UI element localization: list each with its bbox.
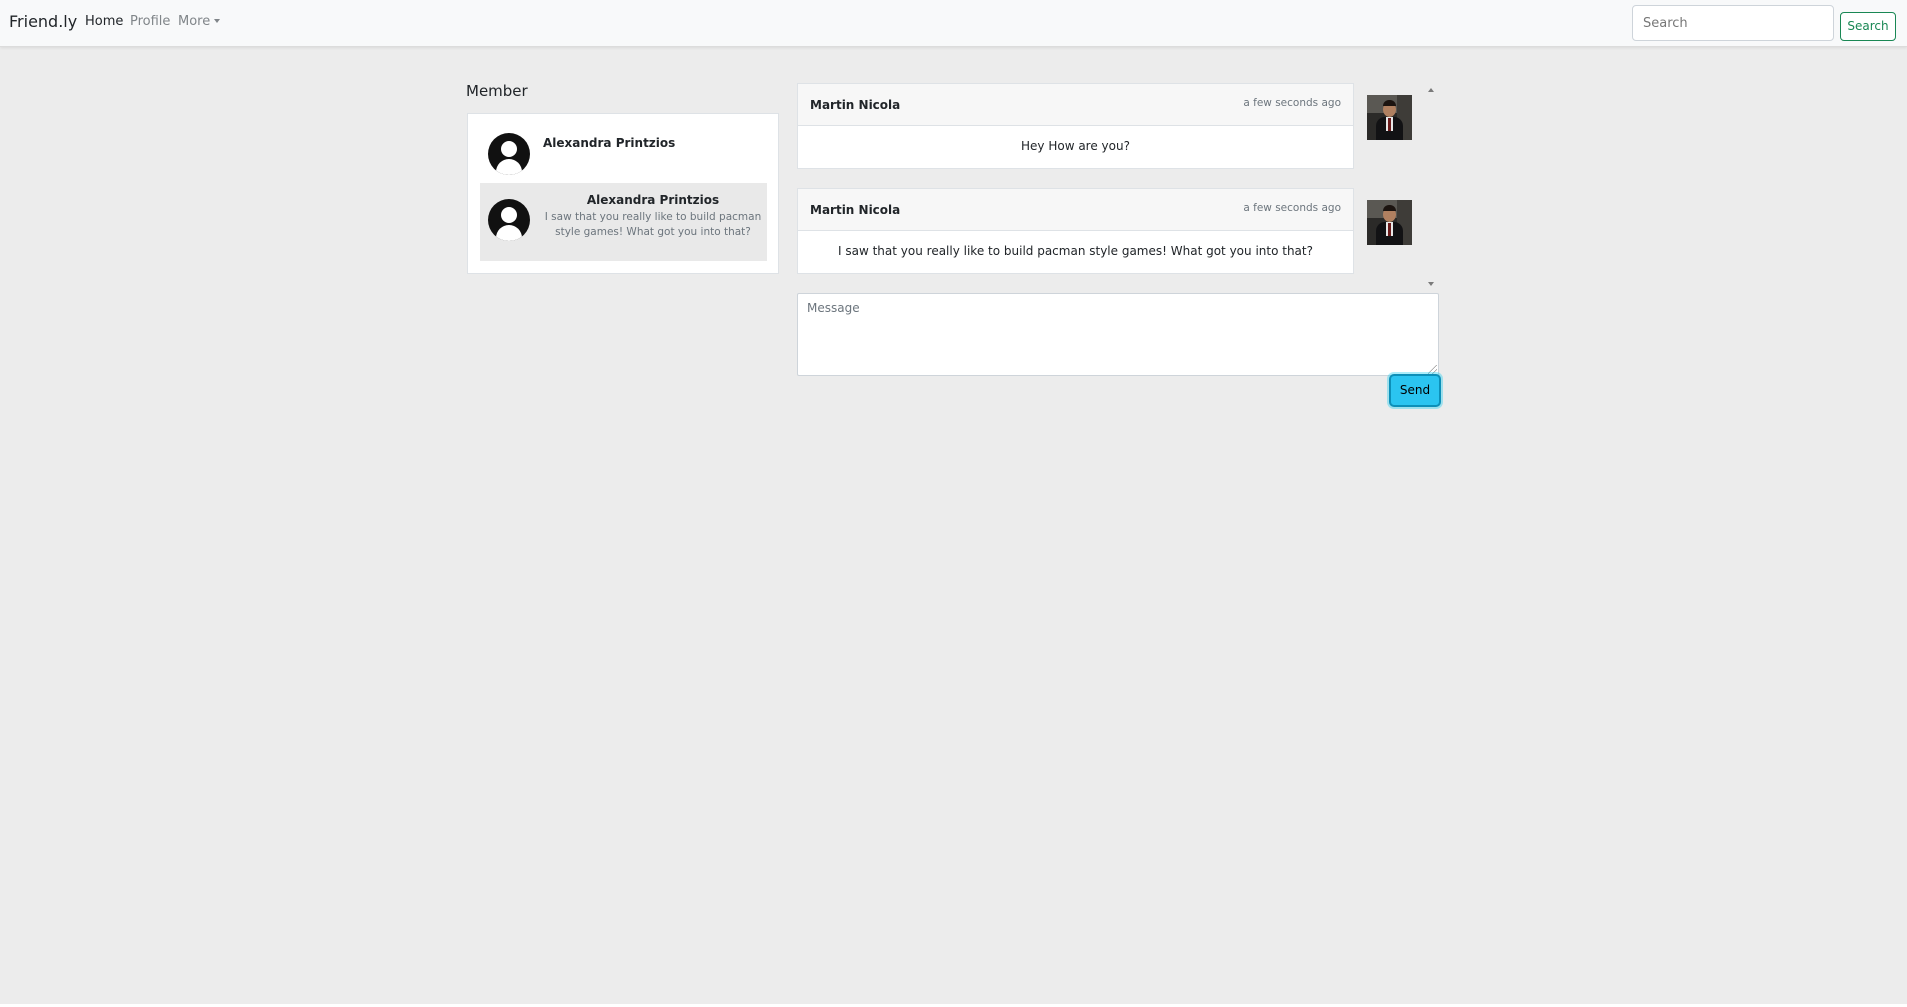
member-list: Alexandra Printzios Alexandra Printzios … (467, 113, 779, 274)
message-text: Hey How are you? (1021, 139, 1130, 153)
member-heading: Member (466, 82, 528, 100)
nav-home-link[interactable]: Home (85, 14, 123, 29)
message-author: Martin Nicola (810, 98, 901, 112)
member-name: Alexandra Printzios (586, 193, 720, 207)
user-circle-icon (488, 199, 530, 241)
message-input[interactable] (797, 293, 1439, 376)
nav-more-label: More (178, 14, 211, 29)
top-navbar: Friend.ly Home Profile More Search (0, 0, 1907, 47)
member-name[interactable]: Alexandra Printzios (543, 136, 675, 150)
nav-profile-link[interactable]: Profile (130, 14, 170, 29)
message-author: Martin Nicola (810, 203, 901, 217)
message-header: Martin Nicola a few seconds ago (798, 84, 1353, 126)
chat-scrollbar[interactable] (1424, 83, 1438, 286)
member-list-item-selected[interactable]: Alexandra Printzios I saw that you reall… (480, 183, 767, 261)
message-card: Martin Nicola a few seconds ago Hey How … (797, 83, 1354, 169)
avatar (1367, 200, 1412, 245)
message-card: Martin Nicola a few seconds ago I saw th… (797, 188, 1354, 274)
message-timestamp: a few seconds ago (1243, 97, 1341, 109)
user-circle-icon (488, 133, 530, 175)
scroll-up-arrow-icon[interactable] (1428, 88, 1434, 92)
chevron-down-icon (214, 19, 221, 23)
message-timestamp: a few seconds ago (1243, 202, 1341, 214)
search-button[interactable]: Search (1840, 12, 1896, 41)
search-input[interactable] (1632, 5, 1834, 41)
avatar (1367, 95, 1412, 140)
chat-thread[interactable]: Martin Nicola a few seconds ago Hey How … (797, 83, 1439, 286)
nav-more-dropdown[interactable]: More (178, 14, 221, 29)
brand-logo[interactable]: Friend.ly (9, 12, 77, 31)
scroll-down-arrow-icon[interactable] (1428, 282, 1434, 286)
send-button[interactable]: Send (1389, 374, 1441, 407)
message-text: I saw that you really like to build pacm… (838, 244, 1313, 258)
member-message-preview: I saw that you really like to build pacm… (544, 211, 762, 238)
resize-handle-icon[interactable] (1428, 365, 1437, 374)
message-header: Martin Nicola a few seconds ago (798, 189, 1353, 231)
